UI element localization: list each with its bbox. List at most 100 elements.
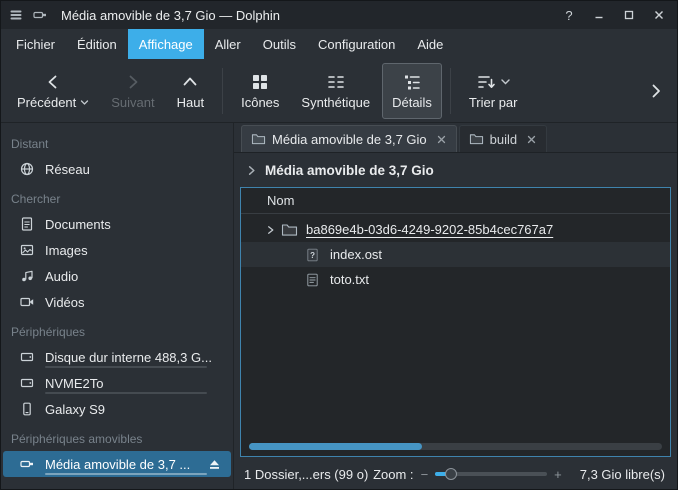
- menu-configuration[interactable]: Configuration: [307, 29, 406, 59]
- menu-aide[interactable]: Aide: [406, 29, 454, 59]
- zoom-control: Zoom : − +: [373, 467, 562, 482]
- sidebar-item-galaxy-s9[interactable]: Galaxy S9: [3, 396, 231, 422]
- window-menu-icon[interactable]: [7, 6, 25, 24]
- menu-edition[interactable]: Édition: [66, 29, 128, 59]
- forward-button[interactable]: Suivant: [101, 63, 164, 119]
- compact-view-label: Synthétique: [301, 95, 370, 110]
- text-file-icon: [305, 272, 323, 288]
- sidebar-item-disque-dur-interne[interactable]: Disque dur interne 488,3 G...: [3, 344, 231, 370]
- back-button[interactable]: Précédent: [7, 63, 99, 119]
- chevron-right-icon: [123, 72, 143, 92]
- sort-by-label: Trier par: [469, 95, 518, 110]
- tab-build[interactable]: build: [459, 125, 547, 152]
- file-row-toto-txt[interactable]: toto.txt: [241, 267, 670, 292]
- network-globe-icon: [19, 161, 35, 177]
- audio-icon: [19, 268, 35, 284]
- file-row-index-ost[interactable]: ? index.ost: [241, 242, 670, 267]
- disk-usage-bar: [45, 473, 207, 475]
- menu-affichage[interactable]: Affichage: [128, 29, 204, 59]
- view-details-icon: [402, 72, 422, 92]
- expander-chevron-icon[interactable]: [265, 224, 281, 236]
- free-space-label: 7,3 Gio libre(s): [580, 467, 665, 482]
- document-icon: [19, 216, 35, 232]
- icons-view-button[interactable]: Icônes: [231, 63, 289, 119]
- icons-view-label: Icônes: [241, 95, 279, 110]
- toolbar-separator: [450, 68, 451, 114]
- menu-fichier[interactable]: Fichier: [5, 29, 66, 59]
- chevron-up-icon: [180, 72, 200, 92]
- zoom-slider[interactable]: [435, 472, 547, 476]
- sort-by-button[interactable]: Trier par: [459, 63, 528, 119]
- compact-view-button[interactable]: Synthétique: [291, 63, 380, 119]
- unknown-file-icon: ?: [305, 247, 323, 263]
- file-rows: ba869e4b-03d6-4249-9202-85b4cec767a7 ? i…: [241, 214, 670, 292]
- sidebar-item-label: Disque dur interne 488,3 G...: [45, 350, 212, 365]
- zoom-label: Zoom :: [373, 467, 413, 482]
- sidebar-item-label: Réseau: [45, 162, 90, 177]
- status-bar: 1 Dossier,...ers (99 o) Zoom : − + 7,3 G…: [234, 457, 677, 490]
- selection-summary: 1 Dossier,...ers (99 o): [244, 467, 368, 482]
- sidebar-item-videos[interactable]: Vidéos: [3, 289, 231, 315]
- app-usb-drive-icon: [31, 6, 49, 24]
- sidebar-item-reseau[interactable]: Réseau: [3, 156, 231, 182]
- tab-close-icon[interactable]: [436, 134, 447, 145]
- horizontal-scrollbar[interactable]: [249, 443, 662, 450]
- tab-close-icon[interactable]: [526, 134, 537, 145]
- up-button[interactable]: Haut: [167, 63, 214, 119]
- sort-icon: [476, 72, 496, 92]
- sidebar-item-label: Média amovible de 3,7 ...: [45, 457, 190, 472]
- details-view-label: Détails: [392, 95, 432, 110]
- tab-media-amovible[interactable]: Média amovible de 3,7 Gio: [241, 125, 457, 152]
- places-panel: Distant Réseau Chercher Documents Images: [1, 123, 234, 490]
- section-header-chercher: Chercher: [1, 182, 233, 211]
- breadcrumb-location[interactable]: Média amovible de 3,7 Gio: [265, 163, 434, 178]
- disk-usage-bar: [45, 366, 207, 368]
- details-view-button[interactable]: Détails: [382, 63, 442, 119]
- sidebar-item-label: Audio: [45, 269, 78, 284]
- scrollbar-thumb[interactable]: [249, 443, 422, 450]
- help-button[interactable]: ?: [557, 4, 581, 26]
- disk-usage-bar: [45, 392, 207, 394]
- close-button[interactable]: [647, 4, 671, 26]
- zoom-out-icon[interactable]: −: [421, 467, 429, 482]
- window-title: Média amovible de 3,7 Gio — Dolphin: [61, 8, 280, 23]
- minimize-button[interactable]: [587, 4, 611, 26]
- zoom-in-icon[interactable]: +: [554, 467, 562, 482]
- chevron-left-icon: [43, 72, 63, 92]
- forward-button-label: Suivant: [111, 95, 154, 110]
- sidebar-item-documents[interactable]: Documents: [3, 211, 231, 237]
- main-view: Média amovible de 3,7 Gio build: [234, 123, 677, 490]
- section-header-peripheriques-amovibles: Périphériques amovibles: [1, 422, 233, 451]
- maximize-button[interactable]: [617, 4, 641, 26]
- menu-aller[interactable]: Aller: [204, 29, 252, 59]
- sidebar-item-images[interactable]: Images: [3, 237, 231, 263]
- file-row-folder[interactable]: ba869e4b-03d6-4249-9202-85b4cec767a7: [241, 217, 670, 242]
- dolphin-window: Média amovible de 3,7 Gio — Dolphin ? Fi…: [0, 0, 678, 490]
- view-icons-icon: [250, 72, 270, 92]
- sort-dropdown-icon: [500, 76, 511, 87]
- file-name: toto.txt: [330, 272, 369, 287]
- up-button-label: Haut: [177, 95, 204, 110]
- titlebar: Média amovible de 3,7 Gio — Dolphin ?: [1, 1, 677, 29]
- menu-outils[interactable]: Outils: [252, 29, 307, 59]
- zoom-slider-handle[interactable]: [445, 468, 457, 480]
- file-name: index.ost: [330, 247, 382, 262]
- sidebar-item-nvme2to[interactable]: NVME2To: [3, 370, 231, 396]
- menubar: Fichier Édition Affichage Aller Outils C…: [1, 29, 677, 59]
- column-header-nom[interactable]: Nom: [241, 188, 670, 214]
- chevron-right-icon[interactable]: [245, 164, 258, 177]
- sidebar-item-audio[interactable]: Audio: [3, 263, 231, 289]
- file-view: Nom ba869e4b-03d6-4249-9202-85b4cec767a7: [240, 187, 671, 457]
- back-button-label: Précédent: [17, 95, 76, 110]
- tab-bar: Média amovible de 3,7 Gio build: [234, 123, 677, 153]
- view-compact-icon: [326, 72, 346, 92]
- sidebar-item-media-amovible[interactable]: Média amovible de 3,7 ...: [3, 451, 231, 477]
- tab-label: build: [490, 132, 517, 147]
- eject-icon: [208, 458, 221, 471]
- toolbar-overflow-chevron-icon[interactable]: [641, 82, 671, 100]
- sidebar-item-label: Images: [45, 243, 88, 258]
- sidebar-item-label: Galaxy S9: [45, 402, 105, 417]
- breadcrumb: Média amovible de 3,7 Gio: [234, 153, 677, 187]
- smartphone-icon: [19, 401, 35, 417]
- eject-button[interactable]: [208, 458, 221, 471]
